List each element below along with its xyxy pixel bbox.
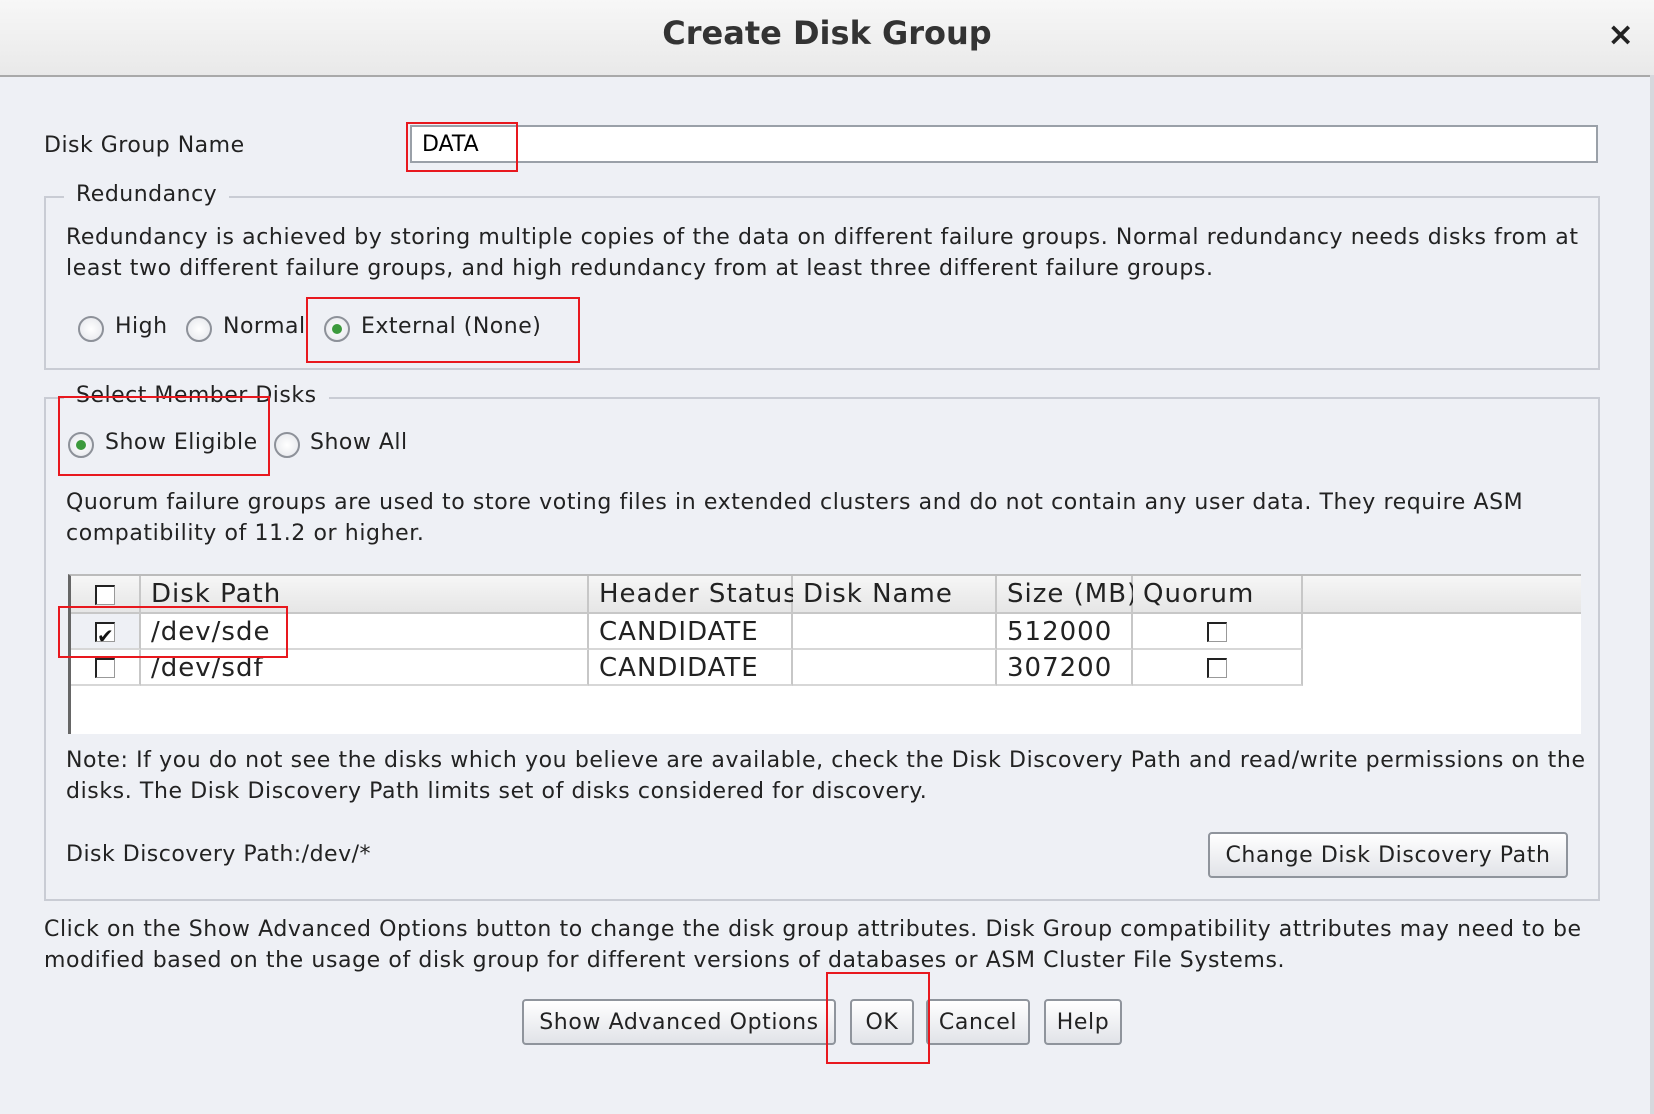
radio-show-all-label: Show All (310, 430, 408, 455)
column-header-filler (1303, 576, 1581, 614)
highlight-box (306, 297, 580, 363)
select-all-checkbox[interactable] (95, 585, 115, 605)
column-header[interactable]: Quorum (1133, 576, 1303, 614)
radio-show-all[interactable] (274, 432, 300, 458)
disk-name-cell[interactable] (793, 614, 997, 650)
title-bar: Create Disk Group × (0, 0, 1654, 77)
redundancy-description: Redundancy is achieved by storing multip… (66, 225, 1579, 281)
quorum-checkbox[interactable] (1207, 658, 1227, 678)
help-button[interactable]: Help (1044, 999, 1122, 1045)
disk-name-cell[interactable] (793, 650, 997, 686)
quorum-cell (1133, 614, 1303, 650)
dialog-title: Create Disk Group (662, 14, 992, 52)
radio-normal[interactable] (186, 316, 212, 342)
quorum-checkbox[interactable] (1207, 622, 1227, 642)
row-select-checkbox[interactable] (95, 658, 115, 678)
advanced-options-note: Click on the Show Advanced Options butto… (44, 917, 1582, 973)
size-cell[interactable]: 512000 (997, 614, 1133, 650)
window-edge (1650, 75, 1654, 1114)
header-status-cell[interactable]: CANDIDATE (589, 614, 793, 650)
highlight-box (58, 606, 288, 658)
disk-group-name-input[interactable] (410, 125, 1598, 163)
column-header[interactable]: Disk Name (793, 576, 997, 614)
disk-table: Disk Path Header Status Disk Name Size (… (68, 574, 1581, 734)
column-header[interactable]: Size (MB) (997, 576, 1137, 614)
radio-normal-label: Normal (223, 314, 306, 339)
discovery-path-label: Disk Discovery Path:/dev/* (66, 842, 372, 867)
show-advanced-options-button[interactable]: Show Advanced Options (522, 999, 836, 1045)
quorum-cell (1133, 650, 1303, 686)
close-icon[interactable]: × (1607, 14, 1634, 54)
cancel-button[interactable]: Cancel (926, 999, 1030, 1045)
disk-group-name-label: Disk Group Name (44, 133, 245, 158)
size-cell[interactable]: 307200 (997, 650, 1133, 686)
change-discovery-path-button[interactable]: Change Disk Discovery Path (1208, 832, 1568, 878)
radio-high[interactable] (78, 316, 104, 342)
highlight-box (58, 396, 270, 476)
highlight-box (826, 972, 930, 1064)
highlight-box (406, 122, 518, 172)
column-header[interactable]: Header Status (589, 576, 797, 614)
radio-high-label: High (115, 314, 168, 339)
redundancy-legend: Redundancy (64, 182, 230, 207)
header-status-cell[interactable]: CANDIDATE (589, 650, 793, 686)
discovery-note: Note: If you do not see the disks which … (66, 748, 1586, 804)
quorum-note: Quorum failure groups are used to store … (66, 490, 1524, 546)
